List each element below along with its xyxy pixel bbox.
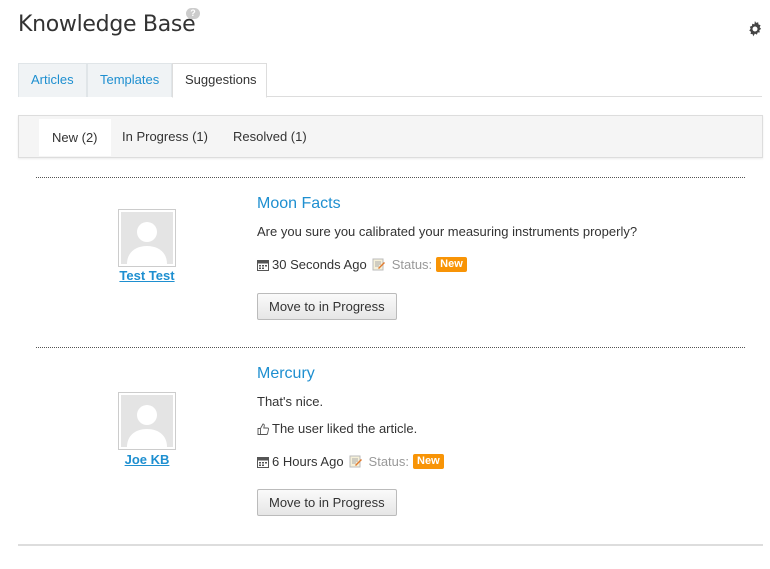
status-label: Status: (368, 454, 410, 469)
tab-templates[interactable]: Templates (87, 63, 172, 97)
help-icon[interactable]: ? (186, 8, 200, 19)
subtab-resolved[interactable]: Resolved (1) (220, 116, 320, 157)
move-to-in-progress-button[interactable]: Move to in Progress (257, 489, 397, 516)
main-tabs: Articles Templates Suggestions (18, 63, 762, 98)
divider (36, 347, 745, 348)
status-badge: New (413, 454, 444, 469)
suggestion-message: That's nice. (257, 394, 324, 409)
user-link[interactable]: Test Test (87, 268, 207, 283)
edit-note-icon (372, 258, 385, 271)
suggestion-time: 30 Seconds Ago (272, 257, 367, 272)
tab-suggestions[interactable]: Suggestions (172, 63, 267, 98)
thumbs-up-icon (257, 423, 269, 435)
suggestion-meta: 30 Seconds Ago Status: New (257, 257, 467, 272)
suggestion-title[interactable]: Mercury (257, 365, 315, 383)
page-title: Knowledge Base (18, 12, 196, 37)
bottom-divider (18, 544, 763, 546)
user-silhouette-icon (127, 222, 167, 264)
user-link[interactable]: Joe KB (87, 452, 207, 467)
avatar[interactable] (118, 209, 176, 267)
liked-note: The user liked the article. (257, 421, 417, 436)
move-to-in-progress-button[interactable]: Move to in Progress (257, 293, 397, 320)
divider (36, 177, 745, 178)
subtab-new[interactable]: New (2) (39, 119, 111, 156)
calendar-icon (257, 456, 269, 468)
liked-text: The user liked the article. (272, 421, 418, 436)
gear-icon[interactable] (747, 21, 763, 37)
status-label: Status: (391, 257, 433, 272)
subtab-in-progress[interactable]: In Progress (1) (109, 116, 221, 157)
suggestion-message: Are you sure you calibrated your measuri… (257, 224, 638, 239)
suggestion-title[interactable]: Moon Facts (257, 195, 341, 213)
status-subtabs: New (2) In Progress (1) Resolved (1) (18, 115, 763, 158)
status-badge: New (436, 257, 467, 272)
tab-articles[interactable]: Articles (18, 63, 87, 97)
user-silhouette-icon (127, 405, 167, 447)
page-header: Knowledge Base ? (18, 8, 770, 46)
suggestion-time: 6 Hours Ago (272, 454, 344, 469)
edit-note-icon (349, 455, 362, 468)
suggestion-meta: 6 Hours Ago Status: New (257, 454, 444, 469)
calendar-icon (257, 259, 269, 271)
avatar[interactable] (118, 392, 176, 450)
